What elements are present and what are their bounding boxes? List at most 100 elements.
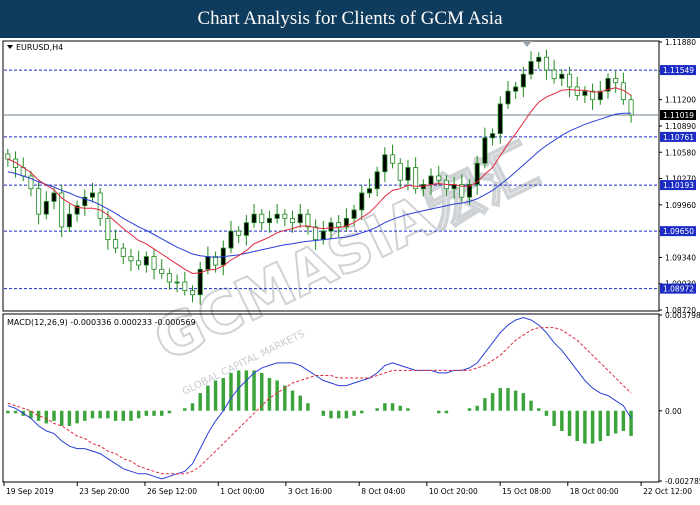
time-tick-label: 26 Sep 12:00 xyxy=(147,487,197,496)
symbol-label: EURUSD,H4 xyxy=(16,43,63,52)
candle-body xyxy=(613,78,619,84)
price-tick-label: 1.10890 xyxy=(665,122,696,131)
candle xyxy=(120,243,126,265)
chart-area: GCMASIA宏汇 GLOBAL CAPITAL MARKETS 1.11880… xyxy=(0,38,700,500)
chart-shift-marker xyxy=(522,41,532,47)
candle xyxy=(136,250,142,271)
macd-tick-label: -0.002785 xyxy=(665,477,700,486)
candle xyxy=(582,86,588,104)
candle-body xyxy=(174,281,180,284)
candle-body xyxy=(266,218,272,224)
candle xyxy=(266,210,272,233)
time-tick-label: 15 Oct 08:00 xyxy=(502,487,551,496)
candle-body xyxy=(374,171,380,190)
candle-body xyxy=(151,256,157,270)
candle xyxy=(482,127,488,169)
candle-body xyxy=(228,230,234,249)
candle xyxy=(251,203,257,228)
candle xyxy=(590,83,596,110)
candle-body xyxy=(320,230,326,241)
candle xyxy=(159,259,165,279)
candle-body xyxy=(43,201,49,215)
macd-line xyxy=(7,316,632,480)
candle xyxy=(74,200,80,222)
watermark-text: GCMASIA宏汇 xyxy=(143,131,548,375)
candle-body xyxy=(497,103,503,134)
macd-label: MACD(12,26,9) -0.000336 0.000233 -0.0005… xyxy=(7,318,196,327)
candle xyxy=(528,51,534,80)
candle xyxy=(43,191,49,220)
current-price-label: 1.11019 xyxy=(663,111,694,120)
candle-body xyxy=(520,73,526,88)
time-tick-label: 10 Oct 20:00 xyxy=(429,487,478,496)
candle-body xyxy=(405,167,411,181)
candle-body xyxy=(120,247,126,257)
level-label: 1.11549 xyxy=(663,66,694,75)
candle xyxy=(20,157,26,182)
candle-body xyxy=(528,61,534,75)
candle-body xyxy=(113,239,119,249)
candle-body xyxy=(136,260,142,266)
candle xyxy=(282,209,288,227)
candle xyxy=(382,147,388,182)
level-label: 1.10193 xyxy=(663,181,694,190)
candle xyxy=(567,66,573,98)
candle-body xyxy=(182,281,188,291)
candle xyxy=(82,189,88,216)
candle xyxy=(243,215,249,246)
signal-line xyxy=(7,327,632,475)
candle-body xyxy=(551,69,557,79)
candle-body xyxy=(51,192,57,202)
time-tick-label: 1 Oct 00:00 xyxy=(220,487,264,496)
candle-body xyxy=(236,230,242,236)
macd-tick-label: 0.003798 xyxy=(665,311,700,320)
candle-body xyxy=(390,154,396,164)
candle xyxy=(366,178,372,199)
candle-body xyxy=(159,268,165,274)
candle xyxy=(166,268,172,290)
time-tick-label: 22 Oct 12:00 xyxy=(643,487,692,496)
candle xyxy=(259,209,265,231)
candle xyxy=(274,203,280,224)
candle-body xyxy=(628,99,634,116)
candle-body xyxy=(559,73,565,79)
candle-body xyxy=(505,90,511,105)
time-tick-label: 18 Oct 00:00 xyxy=(570,487,619,496)
candle xyxy=(297,203,303,228)
level-label: 1.10761 xyxy=(663,133,694,142)
candle-body xyxy=(66,213,72,228)
chart-title-banner: Chart Analysis for Clients of GCM Asia xyxy=(0,0,700,38)
candle xyxy=(613,70,619,93)
candle xyxy=(397,158,403,188)
time-tick-label: 23 Sep 20:00 xyxy=(79,487,129,496)
candle xyxy=(59,185,65,238)
candle-body xyxy=(428,175,434,185)
candle xyxy=(290,210,296,233)
candle-body xyxy=(274,213,280,219)
candle-body xyxy=(359,192,365,211)
candle xyxy=(66,203,72,232)
candle xyxy=(559,69,565,87)
candle xyxy=(543,49,549,81)
candle-body xyxy=(336,222,342,228)
candle xyxy=(520,66,526,98)
candle-body xyxy=(574,86,580,96)
candle xyxy=(97,187,103,227)
candle-body xyxy=(105,218,111,241)
macd-pane xyxy=(2,313,660,483)
candle xyxy=(413,157,419,194)
candle xyxy=(620,72,626,105)
candle xyxy=(220,240,226,276)
candle-body xyxy=(205,256,211,270)
candle-body xyxy=(490,133,496,139)
level-label: 1.09650 xyxy=(663,227,694,236)
candle xyxy=(605,73,611,99)
price-tick-label: 1.09340 xyxy=(665,253,696,262)
candle-body xyxy=(313,226,319,241)
candle-body xyxy=(328,222,334,232)
candle-body xyxy=(36,188,42,215)
candle-body xyxy=(143,256,149,266)
candle xyxy=(574,76,580,101)
chart-title: Chart Analysis for Clients of GCM Asia xyxy=(197,8,503,29)
candle-body xyxy=(305,213,311,228)
